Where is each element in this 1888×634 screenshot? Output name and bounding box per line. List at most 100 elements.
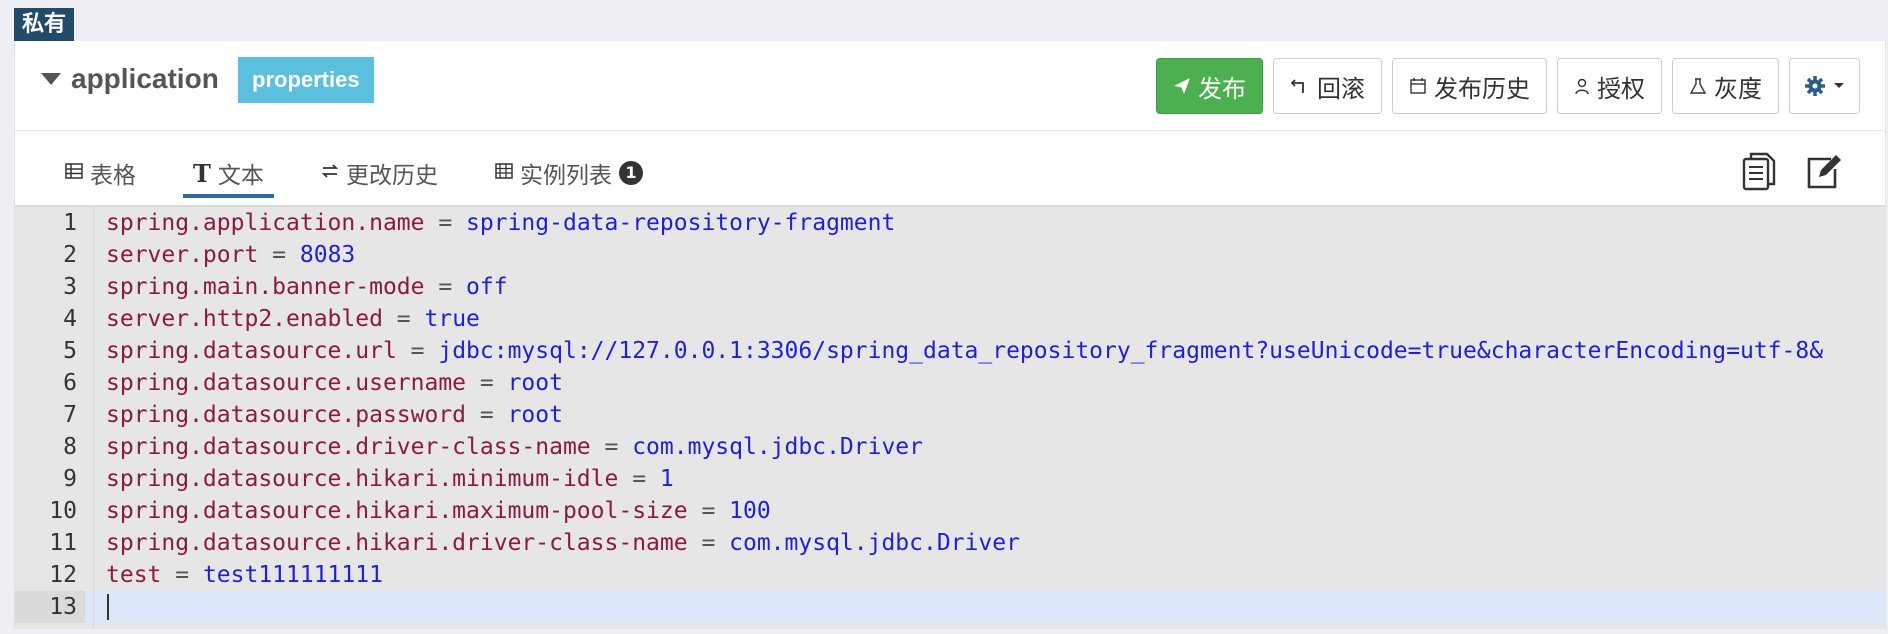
property-value: root — [507, 402, 563, 428]
code-content: spring.application.name = spring-data-re… — [106, 207, 895, 239]
code-content: spring.datasource.driver-class-name = co… — [106, 431, 923, 463]
operator: = — [590, 434, 633, 460]
namespace-panel: application properties 发布 回滚 发布历史 授权 灰度 … — [14, 41, 1886, 629]
line-number: 12 — [15, 559, 85, 591]
code-content: spring.datasource.url = jdbc:mysql://127… — [106, 335, 1823, 367]
property-value: off — [466, 274, 508, 300]
gray-release-button[interactable]: 灰度 — [1672, 58, 1779, 114]
code-line[interactable]: 12 test = test111111111 — [15, 559, 1885, 591]
property-value: true — [424, 306, 480, 332]
swap-icon — [321, 160, 339, 186]
code-line[interactable]: 1 spring.application.name = spring-data-r… — [15, 207, 1885, 239]
publish-history-label: 发布历史 — [1434, 74, 1530, 103]
code-line[interactable]: 5 spring.datasource.url = jdbc:mysql://12… — [15, 335, 1885, 367]
line-number: 3 — [15, 271, 85, 303]
publish-history-button[interactable]: 发布历史 — [1392, 58, 1547, 114]
rollback-button[interactable]: 回滚 — [1273, 58, 1382, 114]
tab-text-label: 文本 — [217, 163, 264, 189]
undo-icon — [1290, 76, 1310, 96]
toolbar: 发布 回滚 发布历史 授权 灰度 — [1156, 58, 1860, 114]
line-number: 9 — [15, 463, 85, 495]
tab-change-history[interactable]: 更改历史 — [321, 153, 438, 193]
line-number: 6 — [15, 367, 85, 399]
edit-icon[interactable] — [1805, 151, 1843, 196]
property-value: spring-data-repository-fragment — [466, 210, 896, 236]
line-number: 7 — [15, 399, 85, 431]
code-content: server.http2.enabled = true — [106, 303, 480, 335]
line-number: 2 — [15, 239, 85, 271]
property-key: spring.main.banner-mode — [106, 274, 425, 300]
code-line[interactable]: 2 server.port = 8083 — [15, 239, 1885, 271]
publish-button[interactable]: 发布 — [1156, 58, 1263, 114]
caret-down-icon[interactable] — [41, 73, 61, 85]
property-value: com.mysql.jdbc.Driver — [729, 530, 1020, 556]
gutter-divider — [93, 207, 94, 629]
authorize-button[interactable]: 授权 — [1557, 58, 1662, 114]
text-cursor — [107, 594, 109, 620]
property-key: server.http2.enabled — [106, 306, 383, 332]
code-line[interactable]: 10 spring.datasource.hikari.maximum-pool-… — [15, 495, 1885, 527]
line-number: 11 — [15, 527, 85, 559]
code-line[interactable]: 8 spring.datasource.driver-class-name = c… — [15, 431, 1885, 463]
copy-icon[interactable] — [1741, 151, 1777, 196]
property-key: spring.datasource.driver-class-name — [106, 434, 591, 460]
code-content: spring.datasource.hikari.driver-class-na… — [106, 527, 1020, 559]
property-value: jdbc:mysql://127.0.0.1:3306/spring_data_… — [438, 338, 1824, 364]
code-line[interactable]: 6 spring.datasource.username = root — [15, 367, 1885, 399]
authorize-label: 授权 — [1597, 74, 1645, 103]
code-content: spring.datasource.hikari.minimum-idle = … — [106, 463, 674, 495]
operator: = — [687, 530, 730, 556]
property-value: 1 — [659, 466, 674, 492]
tab-table[interactable]: 表格 — [65, 153, 136, 193]
property-key: spring.datasource.username — [106, 370, 467, 396]
operator: = — [396, 338, 439, 364]
tab-change-history-label: 更改历史 — [346, 163, 438, 189]
tab-instances[interactable]: 实例列表 1 — [495, 153, 643, 193]
operator: = — [687, 498, 730, 524]
code-content: server.port = 8083 — [106, 239, 355, 271]
property-key: test — [106, 562, 162, 588]
code-editor[interactable]: 1 spring.application.name = spring-data-r… — [15, 205, 1885, 629]
code-line[interactable]: 11 spring.datasource.hikari.driver-class-… — [15, 527, 1885, 559]
rollback-label: 回滚 — [1317, 74, 1365, 103]
operator: = — [424, 274, 467, 300]
operator: = — [424, 210, 467, 236]
operator: = — [466, 402, 508, 428]
line-number: 13 — [15, 591, 85, 623]
user-icon — [1574, 77, 1590, 95]
property-key: spring.datasource.hikari.driver-class-na… — [106, 530, 688, 556]
code-line[interactable]: 9 spring.datasource.hikari.minimum-idle =… — [15, 463, 1885, 495]
property-value: 100 — [729, 498, 771, 524]
list-icon — [495, 160, 513, 186]
format-badge: properties — [238, 57, 374, 103]
operator: = — [161, 562, 203, 588]
send-icon — [1173, 77, 1191, 95]
namespace-header: application properties 发布 回滚 发布历史 授权 灰度 — [15, 41, 1885, 131]
settings-dropdown-button[interactable] — [1789, 58, 1860, 114]
line-number: 5 — [15, 335, 85, 367]
line-number: 8 — [15, 431, 85, 463]
tab-text[interactable]: T 文本 — [183, 153, 274, 198]
flask-icon — [1689, 77, 1707, 95]
property-value: 8083 — [299, 242, 356, 268]
private-badge: 私有 — [14, 8, 75, 41]
line-number: 4 — [15, 303, 85, 335]
operator: = — [258, 242, 300, 268]
code-line[interactable]: 7 spring.datasource.password = root — [15, 399, 1885, 431]
operator: = — [618, 466, 660, 492]
code-content: spring.datasource.username = root — [106, 367, 563, 399]
line-number: 1 — [15, 207, 85, 239]
operator: = — [466, 370, 508, 396]
code-content: spring.datasource.password = root — [106, 399, 563, 431]
table-icon — [65, 160, 83, 186]
text-icon: T — [193, 158, 211, 188]
instances-count-badge: 1 — [619, 161, 643, 185]
gray-release-label: 灰度 — [1714, 74, 1762, 103]
code-line[interactable]: 4 server.http2.enabled = true — [15, 303, 1885, 335]
tab-table-label: 表格 — [90, 163, 136, 189]
property-key: spring.datasource.url — [106, 338, 397, 364]
code-content: spring.main.banner-mode = off — [106, 271, 508, 303]
code-line[interactable]: 3 spring.main.banner-mode = off — [15, 271, 1885, 303]
publish-label: 发布 — [1198, 74, 1246, 103]
code-line[interactable]: 13 — [15, 591, 1885, 623]
